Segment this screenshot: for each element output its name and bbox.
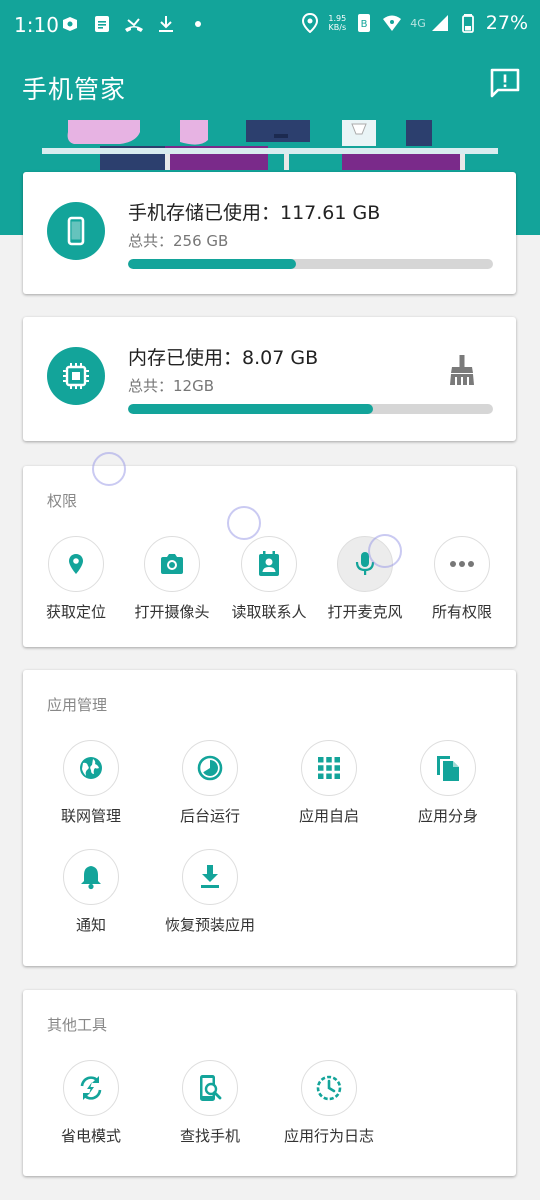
- app-title: 手机管家: [22, 75, 127, 104]
- find-phone-icon: [182, 1060, 238, 1116]
- net-speed: 1.95 KB/s: [328, 14, 346, 32]
- app-clone[interactable]: 应用分身: [393, 740, 503, 826]
- net-speed-unit: KB/s: [328, 23, 347, 32]
- banner-illustration: [42, 120, 498, 170]
- other-tools-title: 其他工具: [47, 1016, 108, 1034]
- storage-used-label: 手机存储已使用：117.61 GB: [128, 202, 381, 224]
- wifi-icon: [383, 15, 402, 31]
- network-type: 4G: [410, 16, 426, 30]
- tool-app-behavior-log-label: 应用行为日志: [283, 1127, 374, 1145]
- memory-card[interactable]: 内存已使用：8.07 GB 总共：12GB: [23, 317, 516, 441]
- globe-icon: [63, 740, 119, 796]
- document-icon: [95, 16, 109, 32]
- app-clone-label: 应用分身: [417, 807, 478, 825]
- hd-icon: B: [358, 14, 371, 32]
- battery-percent: 27%: [485, 12, 528, 34]
- storage-total-label: 总共：256 GB: [128, 232, 229, 250]
- dot-icon: [195, 21, 201, 27]
- tool-find-phone[interactable]: 查找手机: [155, 1060, 265, 1146]
- location-icon: [48, 536, 104, 592]
- signal-icon: [431, 15, 448, 31]
- permissions-card: 权限 获取定位 打开摄像头 读取联系人 打开麦克风 所有权限: [23, 466, 516, 647]
- package-icon: [63, 17, 77, 31]
- status-bar: 1:10 1.95 KB/s B 4G 27%: [0, 0, 540, 50]
- camera-icon: [144, 536, 200, 592]
- app-restore-preinstalled-label: 恢复预装应用: [164, 916, 255, 934]
- permission-contacts[interactable]: 读取联系人: [214, 536, 324, 622]
- other-tools-card: 其他工具 省电模式 查找手机 应用行为日志: [23, 990, 516, 1176]
- tool-power-saving[interactable]: 省电模式: [36, 1060, 146, 1146]
- storage-progress-bar: [128, 259, 493, 269]
- permission-all[interactable]: 所有权限: [407, 536, 517, 622]
- app-background-run-label: 后台运行: [179, 807, 240, 825]
- tool-find-phone-label: 查找手机: [179, 1127, 240, 1145]
- permissions-title: 权限: [47, 492, 78, 510]
- touch-indicator: [368, 534, 402, 568]
- app-notifications-label: 通知: [75, 916, 106, 934]
- permission-microphone[interactable]: 打开麦克风: [310, 536, 420, 622]
- touch-indicator: [92, 452, 126, 486]
- app-management-title: 应用管理: [47, 696, 108, 714]
- system-icons: 1.95 KB/s B 4G 27%: [300, 12, 528, 34]
- storage-icon-circle: [47, 202, 105, 260]
- permission-microphone-label: 打开麦克风: [327, 603, 403, 621]
- app-background-run[interactable]: 后台运行: [155, 740, 265, 826]
- phone-icon: [67, 216, 85, 246]
- grid-icon: [301, 740, 357, 796]
- bell-icon: [63, 849, 119, 905]
- feedback-icon[interactable]: [488, 66, 522, 100]
- permission-camera[interactable]: 打开摄像头: [117, 536, 227, 622]
- more-icon: [434, 536, 490, 592]
- memory-progress-bar: [128, 404, 493, 414]
- storage-progress-fill: [128, 259, 296, 269]
- app-autostart[interactable]: 应用自启: [274, 740, 384, 826]
- copy-icon: [420, 740, 476, 796]
- app-network-management[interactable]: 联网管理: [36, 740, 146, 826]
- download-icon: [182, 849, 238, 905]
- memory-progress-fill: [128, 404, 373, 414]
- tool-app-behavior-log[interactable]: 应用行为日志: [274, 1060, 384, 1146]
- permission-location[interactable]: 获取定位: [21, 536, 131, 622]
- tool-power-saving-label: 省电模式: [60, 1127, 121, 1145]
- pie-timer-icon: [182, 740, 238, 796]
- app-autostart-label: 应用自启: [298, 807, 359, 825]
- chip-icon: [63, 363, 89, 389]
- app-restore-preinstalled[interactable]: 恢复预装应用: [155, 849, 265, 935]
- download-status-icon: [159, 16, 173, 32]
- battery-saver-icon: [63, 1060, 119, 1116]
- permission-camera-label: 打开摄像头: [134, 603, 210, 621]
- location-status-icon: [302, 13, 319, 33]
- app-management-card: 应用管理 联网管理 后台运行 应用自启 应用分身 通知 恢复预装应用: [23, 670, 516, 966]
- memory-total-label: 总共：12GB: [128, 377, 215, 395]
- touch-indicator: [227, 506, 261, 540]
- battery-icon: [461, 14, 474, 33]
- permission-location-label: 获取定位: [45, 603, 106, 621]
- broom-icon[interactable]: [445, 353, 479, 387]
- contacts-icon: [241, 536, 297, 592]
- memory-used-label: 内存已使用：8.07 GB: [128, 347, 319, 369]
- app-network-management-label: 联网管理: [60, 807, 121, 825]
- notification-icons: [60, 14, 208, 34]
- app-bar: 手机管家: [0, 50, 540, 120]
- storage-card[interactable]: 手机存储已使用：117.61 GB 总共：256 GB: [23, 172, 516, 294]
- svg-text:B: B: [361, 19, 368, 30]
- net-speed-value: 1.95: [328, 14, 347, 23]
- memory-icon-circle: [47, 347, 105, 405]
- activity-log-icon: [301, 1060, 357, 1116]
- status-time: 1:10: [14, 13, 59, 37]
- missed-call-icon: [125, 18, 143, 32]
- permission-contacts-label: 读取联系人: [231, 603, 307, 621]
- app-notifications[interactable]: 通知: [36, 849, 146, 935]
- permission-all-label: 所有权限: [431, 603, 492, 621]
